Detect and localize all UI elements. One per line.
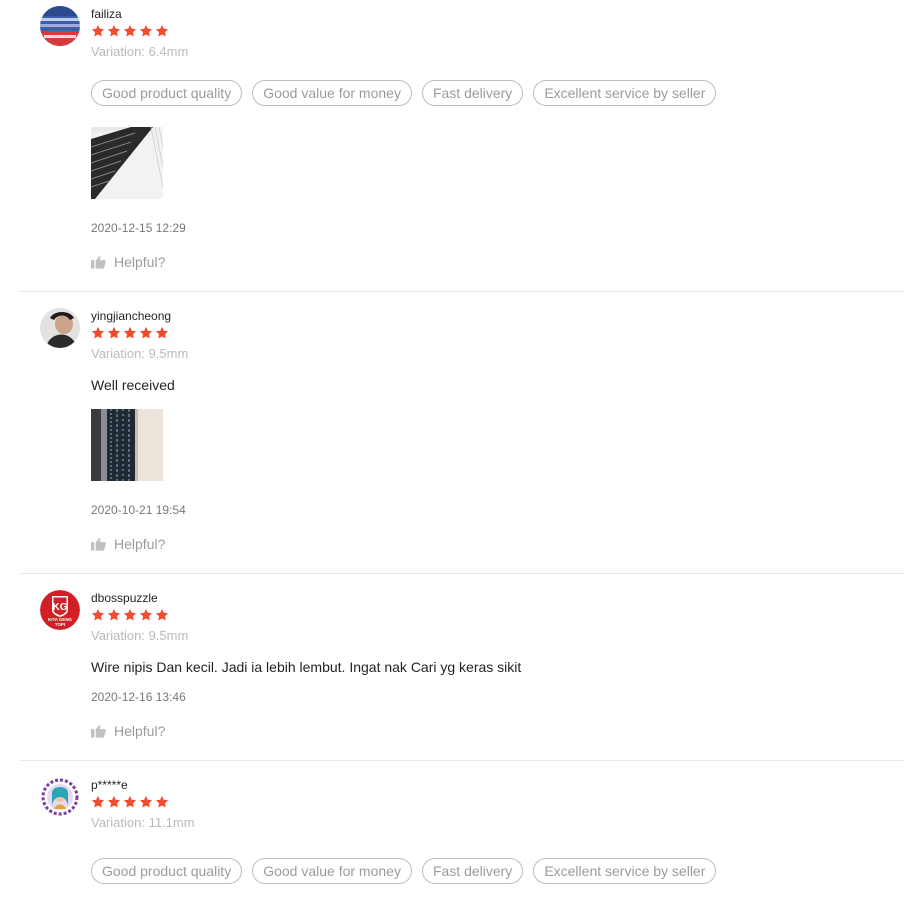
avatar[interactable]: KG KITA GENG TOPI [40,590,80,630]
star-icon [123,795,137,808]
review-tag: Good value for money [252,80,412,106]
review-comment: Wire nipis Dan kecil. Jadi ia lebih lemb… [91,659,522,675]
helpful-button[interactable]: Helpful? [91,536,165,552]
review-timestamp: 2020-12-16 13:46 [91,690,186,704]
review-tags: Good product quality Good value for mone… [91,80,717,106]
star-icon [139,795,153,808]
star-icon [107,608,121,621]
review-photo-thumbnail[interactable] [91,127,163,199]
review-item: failiza Variation: 6.4mm Good product qu… [20,0,904,292]
rating-stars [91,795,169,811]
helpful-label: Helpful? [114,536,166,552]
star-icon [139,326,153,339]
review-timestamp: 2020-10-21 19:54 [91,503,186,517]
review-timestamp: 2020-12-15 12:29 [91,221,186,235]
review-author[interactable]: dbosspuzzle [91,591,158,605]
helpful-label: Helpful? [114,723,166,739]
star-icon [123,326,137,339]
star-icon [155,24,169,37]
helpful-label: Helpful? [114,254,166,270]
thumbs-up-icon [91,256,106,269]
rating-stars [91,608,169,624]
star-icon [155,326,169,339]
review-tag: Excellent service by seller [533,858,717,884]
review-tag: Good product quality [91,80,243,106]
star-icon [91,795,105,808]
avatar[interactable] [40,777,80,817]
thumbs-up-icon [91,538,106,551]
avatar-logo-text: TOPI [55,622,65,627]
star-icon [155,608,169,621]
star-icon [123,24,137,37]
review-tag: Excellent service by seller [533,80,717,106]
review-tag: Fast delivery [421,858,524,884]
avatar-logo-text: KG [53,602,68,613]
star-icon [91,24,105,37]
review-photo-thumbnail[interactable] [91,409,163,481]
review-list: failiza Variation: 6.4mm Good product qu… [0,0,904,884]
review-tags: Good product quality Good value for mone… [91,858,717,884]
star-icon [91,326,105,339]
avatar[interactable] [40,308,80,348]
review-variation: Variation: 11.1mm [91,815,195,830]
review-item: p*****e Variation: 11.1mm Good product q… [20,761,904,901]
rating-stars [91,326,169,342]
review-tag: Good product quality [91,858,243,884]
star-icon [107,326,121,339]
rating-stars [91,24,169,40]
avatar[interactable] [40,6,80,46]
review-tag: Fast delivery [421,80,524,106]
helpful-button[interactable]: Helpful? [91,254,165,270]
review-author[interactable]: failiza [91,7,122,21]
review-tag: Good value for money [252,858,412,884]
star-icon [123,608,137,621]
review-author[interactable]: p*****e [91,778,128,792]
star-icon [107,24,121,37]
review-comment: Well received [91,377,175,393]
review-item: yingjiancheong Variation: 9.5mm Well rec… [20,292,904,574]
star-icon [155,795,169,808]
helpful-button[interactable]: Helpful? [91,723,165,739]
star-icon [91,608,105,621]
star-icon [139,24,153,37]
review-author[interactable]: yingjiancheong [91,309,171,323]
review-variation: Variation: 9.5mm [91,346,189,361]
review-variation: Variation: 9.5mm [91,628,189,643]
review-variation: Variation: 6.4mm [91,44,189,59]
star-icon [107,795,121,808]
star-icon [139,608,153,621]
thumbs-up-icon [91,725,106,738]
review-item: KG KITA GENG TOPI dbosspuzzle Variation:… [20,574,904,761]
